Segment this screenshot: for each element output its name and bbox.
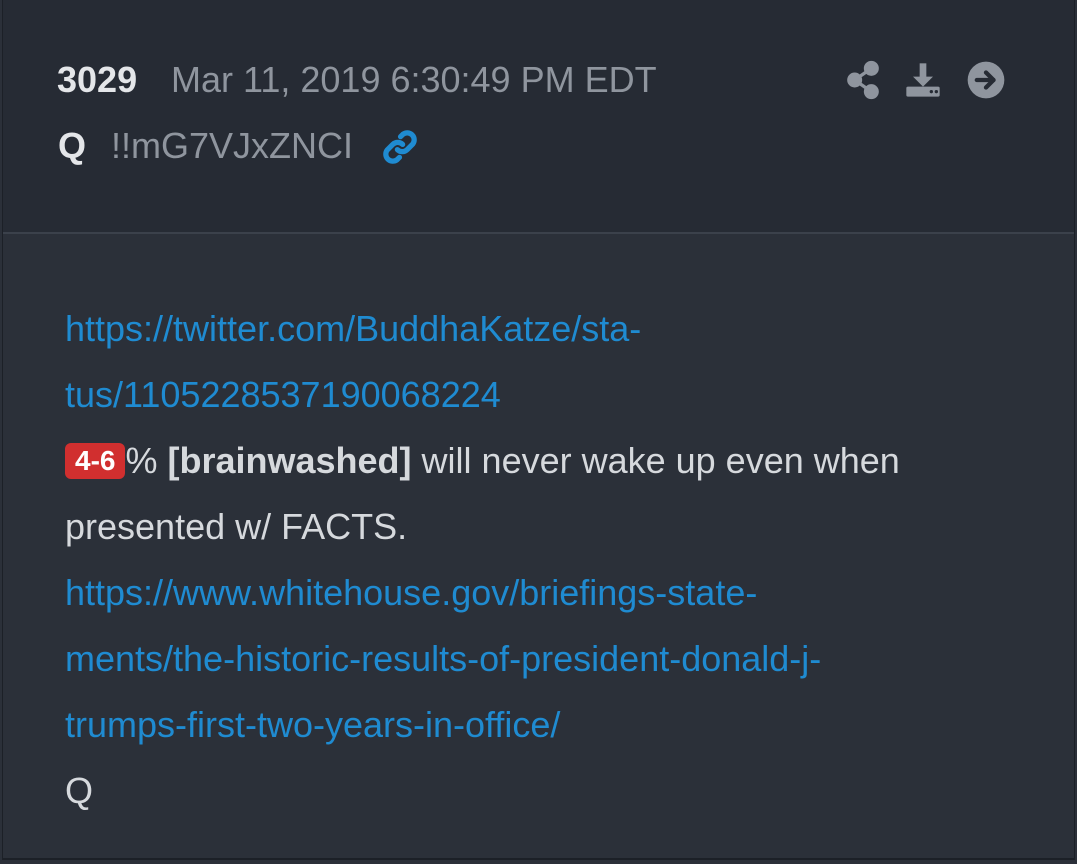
post-card: 3029 Mar 11, 2019 6:30:49 PM EDT Q !!mG7…: [2, 0, 1075, 860]
twitter-link[interactable]: https://twitter.com/BuddhaKatze/sta-: [65, 308, 641, 349]
content-line: Q: [65, 769, 93, 813]
content-line: https://www.whitehouse.gov/briefings-sta…: [65, 571, 757, 615]
share-icon[interactable]: [843, 60, 883, 100]
body-text: presented w/ FACTS.: [65, 506, 408, 547]
post-tripcode: !!mG7VJxZNCI: [111, 125, 354, 166]
whitehouse-link-continued[interactable]: ments/the-historic-results-of-president-…: [65, 638, 821, 679]
content-line: tus/1105228537190068224: [65, 373, 501, 417]
download-icon[interactable]: [903, 60, 943, 100]
link-icon[interactable]: [379, 126, 421, 168]
whitehouse-link-continued[interactable]: trumps-first-two-years-in-office/: [65, 704, 560, 745]
signature: Q: [65, 770, 94, 811]
content-line: https://twitter.com/BuddhaKatze/sta-: [65, 307, 641, 351]
post-header: 3029 Mar 11, 2019 6:30:49 PM EDT Q !!mG7…: [3, 0, 1074, 234]
post-number[interactable]: 3029: [57, 59, 137, 101]
post-date: Mar 11, 2019 6:30:49 PM EDT: [171, 59, 657, 100]
body-text: will never wake up even when: [411, 440, 900, 481]
reference-badge[interactable]: 4-6: [65, 443, 126, 479]
content-line: ments/the-historic-results-of-president-…: [65, 637, 821, 681]
content-line: trumps-first-two-years-in-office/: [65, 703, 560, 747]
percent-text: %: [125, 440, 158, 481]
twitter-link-continued[interactable]: tus/1105228537190068224: [65, 374, 501, 415]
arrow-right-circle-icon[interactable]: [966, 60, 1006, 100]
post-body: https://twitter.com/BuddhaKatze/sta- tus…: [3, 234, 1074, 858]
post-author: Q: [58, 125, 87, 166]
bold-text: [brainwashed]: [167, 440, 412, 481]
content-line: 4-6% [brainwashed] will never wake up ev…: [65, 439, 900, 483]
content-line: presented w/ FACTS.: [65, 505, 407, 549]
whitehouse-link[interactable]: https://www.whitehouse.gov/briefings-sta…: [65, 572, 757, 613]
